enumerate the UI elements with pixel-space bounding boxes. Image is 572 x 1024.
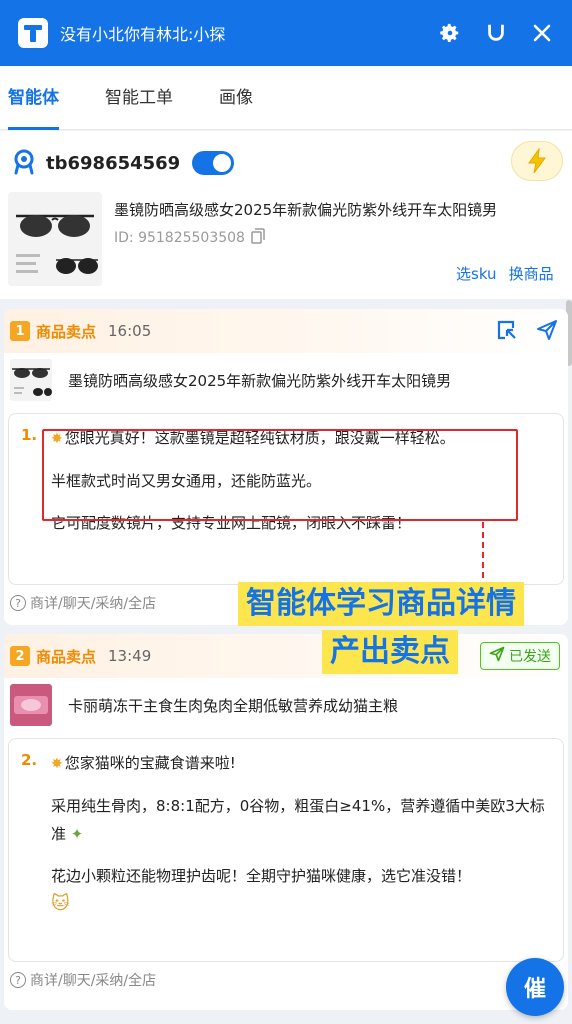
sent-status-badge[interactable]: 已发送	[480, 642, 560, 670]
card-footer-sources: 商详/聊天/采纳/全店	[30, 596, 157, 612]
send-icon	[489, 646, 505, 666]
select-sku-link[interactable]: 选sku	[456, 263, 497, 284]
card-product-title: 卡丽萌冻干主食生肉兔肉全期低敏营养成幼猫主粮	[68, 696, 399, 715]
cat-emoji-icon: 🐱	[51, 893, 70, 914]
highlight-annotation-box	[42, 429, 518, 521]
annotation-connector	[482, 522, 484, 578]
sent-status-text: 已发送	[509, 649, 551, 665]
card-product-title: 墨镜防晒高级感女2025年新款偏光防紫外线开车太阳镜男	[68, 371, 452, 390]
product-actions: 选sku 换商品	[456, 263, 566, 284]
product-title: 墨镜防晒高级感女2025年新款偏光防紫外线开车太阳镜男	[114, 201, 498, 219]
card-title: 商品卖点	[36, 322, 97, 341]
send-icon[interactable]	[536, 319, 558, 345]
card-actions	[496, 319, 558, 345]
card-index-badge: 2	[10, 646, 30, 666]
lightning-icon[interactable]	[511, 141, 563, 181]
magnet-icon[interactable]	[482, 19, 510, 47]
close-icon[interactable]	[528, 19, 556, 47]
product-id: ID: 951825503508	[114, 228, 265, 248]
help-icon[interactable]: ?	[10, 595, 26, 611]
selling-point-card-2: 2 商品卖点 13:49 已发送 卡丽萌冻干主食生肉兔肉全期低敏营养成幼猫主粮 …	[4, 634, 568, 1010]
card-index-badge: 1	[10, 321, 30, 341]
change-product-link[interactable]: 换商品	[509, 263, 554, 284]
account-link-icon	[10, 147, 38, 179]
copy-icon[interactable]	[251, 228, 265, 248]
card-product-row: 墨镜防晒高级感女2025年新款偏光防紫外线开车太阳镜男	[4, 353, 568, 407]
title-bar: 没有小北你有林北:小探	[0, 0, 572, 66]
card-time: 13:49	[108, 647, 152, 665]
product-image	[8, 192, 102, 286]
list-index: 1.	[21, 426, 38, 444]
tab-smart-ticket[interactable]: 智能工单	[105, 66, 173, 130]
help-icon[interactable]: ?	[10, 972, 26, 988]
settings-gear-icon[interactable]	[436, 19, 464, 47]
card-footer: ? 商详/聊天/采纳/全店	[4, 962, 568, 998]
product-thumbnail	[10, 684, 52, 726]
selling-point-paragraph: 花边小颗粒还能物理护齿呢！全期守护猫咪健康，选它准没错！ 🐱	[51, 867, 472, 914]
sparkle-icon: ✸	[51, 756, 63, 772]
card-header: 1 商品卖点 16:05	[4, 309, 568, 353]
product-header: tb698654569 墨镜防晒高级感女2025年新款偏光防紫外线开车太阳镜男 …	[0, 131, 572, 299]
account-toggle[interactable]	[192, 151, 235, 175]
selling-point-paragraph: 采用纯生骨肉，8:8:1配方，0谷物，粗蛋白≥41%，营养遵循中美欧3大标准 ✦	[51, 797, 545, 843]
account-row: tb698654569	[10, 147, 235, 179]
tab-agent[interactable]: 智能体	[8, 66, 59, 130]
account-name: tb698654569	[46, 152, 181, 174]
tab-profile[interactable]: 画像	[219, 66, 253, 130]
annotation-callout-1: 智能体学习商品详情	[238, 582, 524, 626]
urge-button[interactable]: 催	[506, 958, 564, 1016]
app-logo-icon	[18, 18, 48, 48]
product-id-text: ID: 951825503508	[114, 230, 245, 246]
card-footer-sources: 商详/聊天/采纳/全店	[30, 973, 157, 989]
card-header: 2 商品卖点 13:49 已发送	[4, 634, 568, 678]
selling-point-paragraph: ✸ 您家猫咪的宝藏食谱来啦!	[51, 749, 555, 778]
edit-icon[interactable]	[496, 319, 518, 345]
product-thumbnail	[10, 359, 52, 401]
annotation-callout-2: 产出卖点	[322, 630, 458, 674]
selling-point-content[interactable]: 2. ✸ 您家猫咪的宝藏食谱来啦! 采用纯生骨肉，8:8:1配方，0谷物，粗蛋白≥…	[8, 738, 564, 962]
list-index: 2.	[21, 751, 38, 769]
tab-bar: 智能体 智能工单 画像	[0, 66, 572, 130]
card-product-row: 卡丽萌冻干主食生肉兔肉全期低敏营养成幼猫主粮	[4, 678, 568, 732]
card-time: 16:05	[108, 322, 152, 340]
card-title: 商品卖点	[36, 647, 97, 666]
sparkle-icon: ✦	[66, 825, 84, 843]
window-title: 没有小北你有林北:小探	[60, 25, 226, 44]
